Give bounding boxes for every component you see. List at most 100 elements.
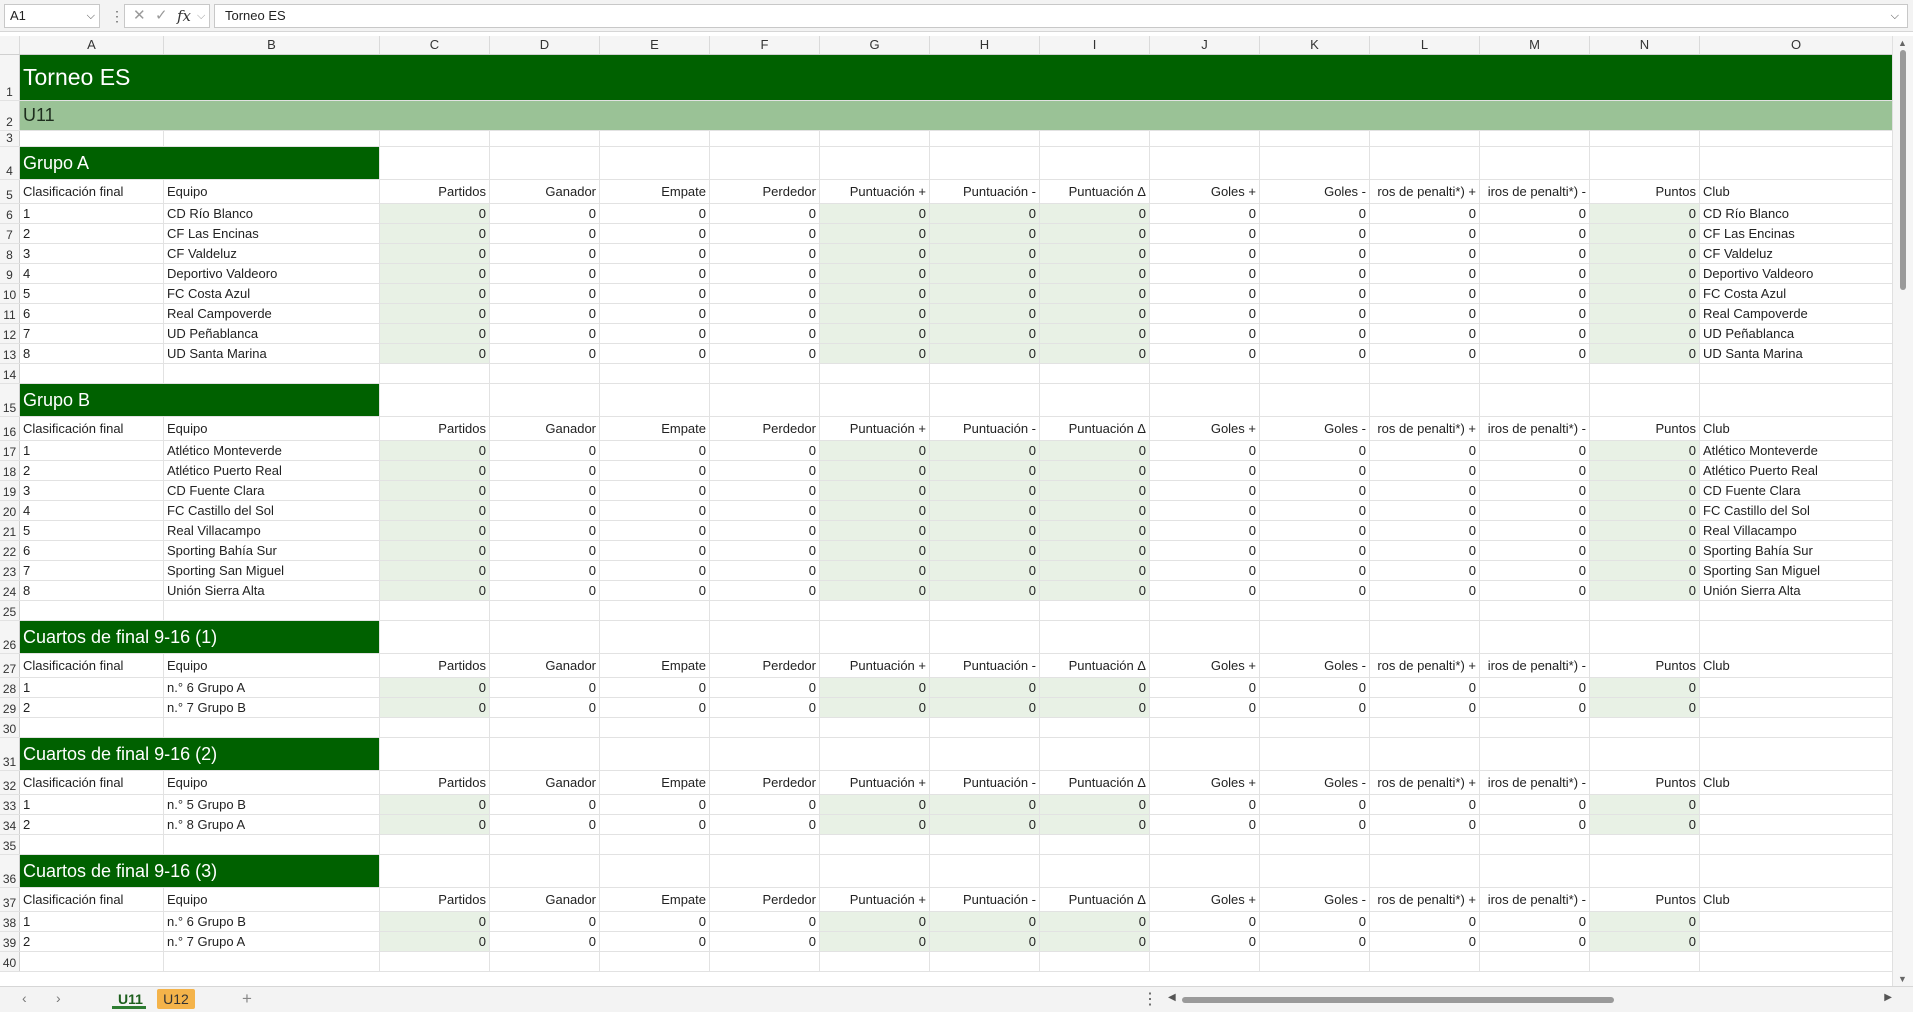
rank-cell[interactable]: 6 (20, 304, 164, 323)
stat-cell[interactable]: 0 (1040, 541, 1150, 560)
stat-cell[interactable]: 0 (1040, 224, 1150, 243)
cell-empty[interactable] (490, 147, 600, 179)
stat-cell[interactable]: 0 (490, 521, 600, 540)
stat-cell[interactable]: 0 (1590, 795, 1700, 814)
club-cell[interactable] (1700, 815, 1893, 834)
cell-empty[interactable] (930, 601, 1040, 620)
stat-cell[interactable]: 0 (710, 698, 820, 717)
stat-cell[interactable]: 0 (930, 561, 1040, 580)
row-number[interactable]: 25 (0, 601, 20, 620)
cell-empty[interactable] (1260, 835, 1370, 854)
club-cell[interactable]: Unión Sierra Alta (1700, 581, 1893, 600)
stat-cell[interactable]: 0 (1590, 678, 1700, 697)
stat-cell[interactable]: 0 (930, 795, 1040, 814)
cell-empty[interactable] (380, 855, 490, 887)
scroll-right-icon[interactable]: ▶ (1884, 992, 1892, 1003)
group-title[interactable]: Cuartos de final 9-16 (1) (20, 621, 380, 653)
rank-cell[interactable]: 5 (20, 521, 164, 540)
stat-cell[interactable]: 0 (930, 244, 1040, 263)
stat-cell[interactable]: 0 (820, 441, 930, 460)
stat-cell[interactable]: 0 (710, 344, 820, 363)
cell-empty[interactable] (1480, 131, 1590, 146)
cell-empty[interactable] (1150, 738, 1260, 770)
row-number[interactable]: 5 (0, 180, 20, 203)
cell-empty[interactable] (1590, 738, 1700, 770)
stat-cell[interactable]: 0 (1590, 264, 1700, 283)
cell-empty[interactable] (164, 364, 380, 383)
row-number[interactable]: 6 (0, 204, 20, 223)
cell-empty[interactable] (1260, 131, 1370, 146)
cell-empty[interactable] (1590, 952, 1700, 971)
column-header-a[interactable]: A (20, 36, 164, 54)
club-cell[interactable] (1700, 678, 1893, 697)
cell-empty[interactable] (490, 621, 600, 653)
stat-cell[interactable]: 0 (1150, 244, 1260, 263)
cell-empty[interactable] (930, 718, 1040, 737)
cell-empty[interactable] (20, 364, 164, 383)
column-header-k[interactable]: K (1260, 36, 1370, 54)
column-header-e[interactable]: E (600, 36, 710, 54)
cancel-icon[interactable]: ✕ (133, 5, 146, 27)
cell-empty[interactable] (1370, 738, 1480, 770)
rank-cell[interactable]: 2 (20, 224, 164, 243)
stat-cell[interactable]: 0 (1370, 521, 1480, 540)
club-cell[interactable]: UD Peñablanca (1700, 324, 1893, 343)
add-sheet-icon[interactable]: + (242, 989, 252, 1009)
cell-empty[interactable] (710, 601, 820, 620)
sheet-title[interactable]: Torneo ES (20, 55, 1893, 100)
stat-cell[interactable]: 0 (1260, 581, 1370, 600)
cell-empty[interactable] (820, 718, 930, 737)
stat-cell[interactable]: 0 (1260, 481, 1370, 500)
stat-cell[interactable]: 0 (820, 304, 930, 323)
stat-cell[interactable]: 0 (1040, 244, 1150, 263)
row-number[interactable]: 23 (0, 561, 20, 580)
cell-empty[interactable] (600, 384, 710, 416)
stat-cell[interactable]: 0 (1480, 264, 1590, 283)
cell-empty[interactable] (380, 952, 490, 971)
stat-cell[interactable]: 0 (1590, 204, 1700, 223)
cell-empty[interactable] (380, 384, 490, 416)
stat-cell[interactable]: 0 (820, 912, 930, 931)
stat-cell[interactable]: 0 (600, 204, 710, 223)
cell-empty[interactable] (1700, 131, 1893, 146)
stat-cell[interactable]: 0 (1480, 344, 1590, 363)
cell-empty[interactable] (600, 835, 710, 854)
row-number[interactable]: 13 (0, 344, 20, 363)
stat-cell[interactable]: 0 (1150, 932, 1260, 951)
vertical-scroll-thumb[interactable] (1900, 50, 1906, 290)
cell-empty[interactable] (1260, 738, 1370, 770)
stat-cell[interactable]: 0 (600, 461, 710, 480)
stat-cell[interactable]: 0 (1590, 244, 1700, 263)
stat-cell[interactable]: 0 (1370, 441, 1480, 460)
rank-cell[interactable]: 4 (20, 264, 164, 283)
cell-empty[interactable] (600, 621, 710, 653)
cell-empty[interactable] (1480, 855, 1590, 887)
vertical-scrollbar[interactable]: ▲ ▼ (1892, 36, 1913, 986)
cell-empty[interactable] (1260, 718, 1370, 737)
stat-cell[interactable]: 0 (600, 932, 710, 951)
cell-empty[interactable] (380, 147, 490, 179)
cell-empty[interactable] (1150, 364, 1260, 383)
rank-cell[interactable]: 4 (20, 501, 164, 520)
cell-empty[interactable] (1260, 855, 1370, 887)
rank-cell[interactable]: 3 (20, 244, 164, 263)
rank-cell[interactable]: 5 (20, 284, 164, 303)
row-number[interactable]: 22 (0, 541, 20, 560)
horizontal-scroll-thumb[interactable] (1182, 997, 1614, 1003)
cell-empty[interactable] (710, 738, 820, 770)
stat-cell[interactable]: 0 (1150, 501, 1260, 520)
stat-cell[interactable]: 0 (1370, 581, 1480, 600)
stat-cell[interactable]: 0 (1150, 581, 1260, 600)
cell-empty[interactable] (600, 855, 710, 887)
cell-empty[interactable] (1260, 621, 1370, 653)
cell-empty[interactable] (164, 718, 380, 737)
stat-cell[interactable]: 0 (1260, 204, 1370, 223)
stat-cell[interactable]: 0 (820, 284, 930, 303)
row-number[interactable]: 10 (0, 284, 20, 303)
row-number[interactable]: 31 (0, 738, 20, 770)
stat-cell[interactable]: 0 (1040, 561, 1150, 580)
stat-cell[interactable]: 0 (820, 581, 930, 600)
stat-cell[interactable]: 0 (380, 284, 490, 303)
stat-cell[interactable]: 0 (1590, 461, 1700, 480)
stat-cell[interactable]: 0 (820, 481, 930, 500)
